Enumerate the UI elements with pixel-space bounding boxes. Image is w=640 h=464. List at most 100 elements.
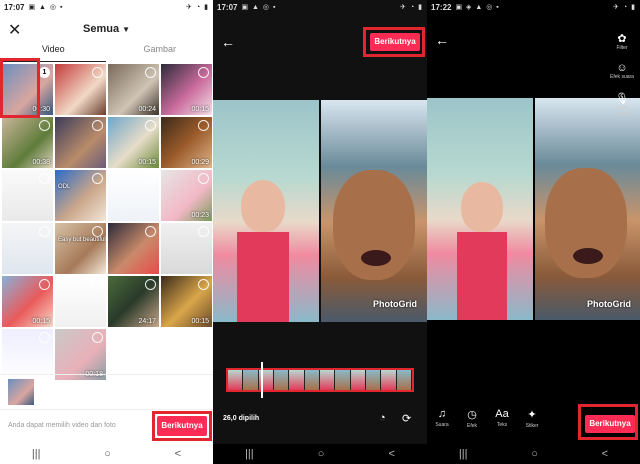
select-circle-icon[interactable] (39, 120, 50, 131)
status-bar: 17:07 ▣ ▲ ◎ ▪ ✈ ◔ ▮ (213, 0, 427, 14)
voiceover-tool[interactable]: 🎙 Sulih suara (610, 92, 634, 117)
video-duration: 00:30 (32, 106, 50, 113)
selected-strip (0, 374, 213, 409)
media-thumbnail[interactable]: 00:24 (108, 64, 159, 115)
filter-icon: ✿ (617, 33, 627, 45)
back-icon[interactable]: < (602, 448, 608, 460)
picker-header: ✕ Semua ▼ (0, 16, 213, 42)
media-tabs: Video Gambar (0, 44, 213, 60)
next-button[interactable]: Berikutnya (370, 33, 420, 51)
select-circle-icon[interactable] (92, 173, 103, 184)
media-thumbnail[interactable] (55, 64, 106, 115)
select-circle-icon[interactable] (198, 173, 209, 184)
media-thumbnail[interactable]: 24:17 (108, 276, 159, 327)
media-thumbnail[interactable] (55, 117, 106, 168)
album-selector[interactable]: Semua ▼ (83, 23, 130, 35)
select-circle-icon[interactable] (145, 279, 156, 290)
video-preview[interactable]: PhotoGrid (213, 100, 427, 322)
media-thumbnail[interactable] (108, 223, 159, 274)
video-duration: 00:15 (138, 159, 156, 166)
rotate-icon[interactable]: ⟳ (402, 412, 411, 425)
media-thumbnail[interactable] (55, 276, 106, 327)
media-thumbnail[interactable]: 1 00:30 (2, 64, 53, 115)
back-arrow-icon[interactable]: ← (435, 32, 449, 48)
back-icon[interactable]: < (389, 448, 395, 460)
video-duration: 00:24 (138, 106, 156, 113)
close-icon[interactable]: ✕ (8, 20, 21, 40)
back-icon[interactable]: < (175, 448, 181, 460)
back-arrow-icon[interactable]: ← (221, 34, 235, 50)
sound-tool[interactable]: ♫ Suara (433, 408, 451, 429)
recents-icon[interactable]: ||| (32, 448, 41, 460)
media-thumbnail[interactable]: 00:15 (161, 64, 212, 115)
media-thumbnail[interactable] (108, 170, 159, 221)
media-thumbnail[interactable]: 00:15 (161, 276, 212, 327)
select-circle-icon[interactable] (145, 120, 156, 131)
media-thumbnail[interactable] (161, 223, 212, 274)
timeline-frame (304, 370, 320, 390)
recents-icon[interactable]: ||| (459, 448, 468, 460)
select-circle-icon[interactable] (39, 279, 50, 290)
media-thumbnail[interactable] (2, 329, 53, 380)
status-icons: ▣ ▲ ◎ ▪ (28, 4, 64, 11)
select-circle-icon[interactable] (145, 173, 156, 184)
media-thumbnail[interactable]: 00:29 (161, 117, 212, 168)
select-circle-icon[interactable] (39, 332, 50, 343)
select-circle-icon[interactable] (198, 279, 209, 290)
media-thumbnail[interactable]: ODL (55, 170, 106, 221)
video-preview[interactable]: PhotoGrid (427, 98, 640, 320)
home-icon[interactable]: ○ (531, 448, 538, 460)
sound-effect-label: Efek suara (610, 74, 634, 80)
media-thumbnail[interactable]: 00:15 (2, 276, 53, 327)
home-icon[interactable]: ○ (104, 448, 111, 460)
select-circle-icon[interactable] (92, 67, 103, 78)
status-battery: ✈ ◔ ▮ (400, 4, 423, 11)
select-circle-icon[interactable] (92, 332, 103, 343)
status-time: 17:07 (4, 2, 25, 12)
select-circle-icon[interactable] (92, 279, 103, 290)
media-thumbnail[interactable]: Easy but beautiful (55, 223, 106, 274)
select-circle-icon[interactable] (198, 226, 209, 237)
sticker-tool[interactable]: ✦ Stiker (523, 408, 541, 429)
next-button[interactable]: Berikutnya (585, 415, 635, 433)
next-button[interactable]: Berikutnya (157, 416, 207, 436)
speed-icon[interactable]: ◔ (379, 412, 386, 424)
timeline-frame (243, 370, 259, 390)
status-bar: 17:07 ▣ ▲ ◎ ▪ ✈ ◔ ▮ (0, 0, 213, 14)
select-circle-icon[interactable] (145, 226, 156, 237)
status-battery: ✈ ◔ ▮ (186, 4, 209, 11)
select-circle-icon[interactable] (39, 226, 50, 237)
text-tool[interactable]: Aa Teks (493, 408, 511, 429)
status-icons: ▣ ▲ ◎ ▪ (241, 4, 277, 11)
select-circle-icon[interactable] (145, 67, 156, 78)
media-thumbnail[interactable] (2, 223, 53, 274)
timeline-scrubber[interactable] (261, 362, 263, 398)
system-nav-bar: ||| ○ < (427, 444, 640, 464)
select-circle-icon[interactable] (39, 173, 50, 184)
selected-thumbnail[interactable] (8, 379, 34, 405)
tab-gambar[interactable]: Gambar (107, 44, 214, 60)
sound-effect-icon: ☺ (616, 62, 628, 74)
select-circle-icon[interactable] (92, 120, 103, 131)
select-circle-icon[interactable] (198, 120, 209, 131)
effects-tool[interactable]: ◷ Efek (463, 408, 481, 429)
video-duration: 00:23 (191, 212, 209, 219)
home-icon[interactable]: ○ (318, 448, 325, 460)
trim-timeline[interactable] (226, 368, 414, 392)
media-thumbnail[interactable] (2, 170, 53, 221)
select-circle-icon[interactable] (92, 226, 103, 237)
filter-tool[interactable]: ✿ Filter (610, 32, 634, 51)
media-thumbnail[interactable]: 00:38 (2, 117, 53, 168)
media-thumbnail[interactable]: 00:23 (161, 170, 212, 221)
status-time: 17:07 (217, 2, 238, 12)
sticker-label: Stiker (525, 423, 539, 429)
status-time: 17:22 (431, 2, 452, 12)
video-duration: 00:15 (191, 318, 209, 325)
media-thumbnail[interactable]: 00:18 (55, 329, 106, 380)
sound-effect-tool[interactable]: ☺ Efek suara (610, 62, 634, 80)
photogrid-watermark: PhotoGrid (373, 299, 417, 309)
recents-icon[interactable]: ||| (245, 448, 254, 460)
media-thumbnail[interactable]: 00:15 (108, 117, 159, 168)
tab-video[interactable]: Video (0, 44, 107, 60)
select-circle-icon[interactable] (198, 67, 209, 78)
